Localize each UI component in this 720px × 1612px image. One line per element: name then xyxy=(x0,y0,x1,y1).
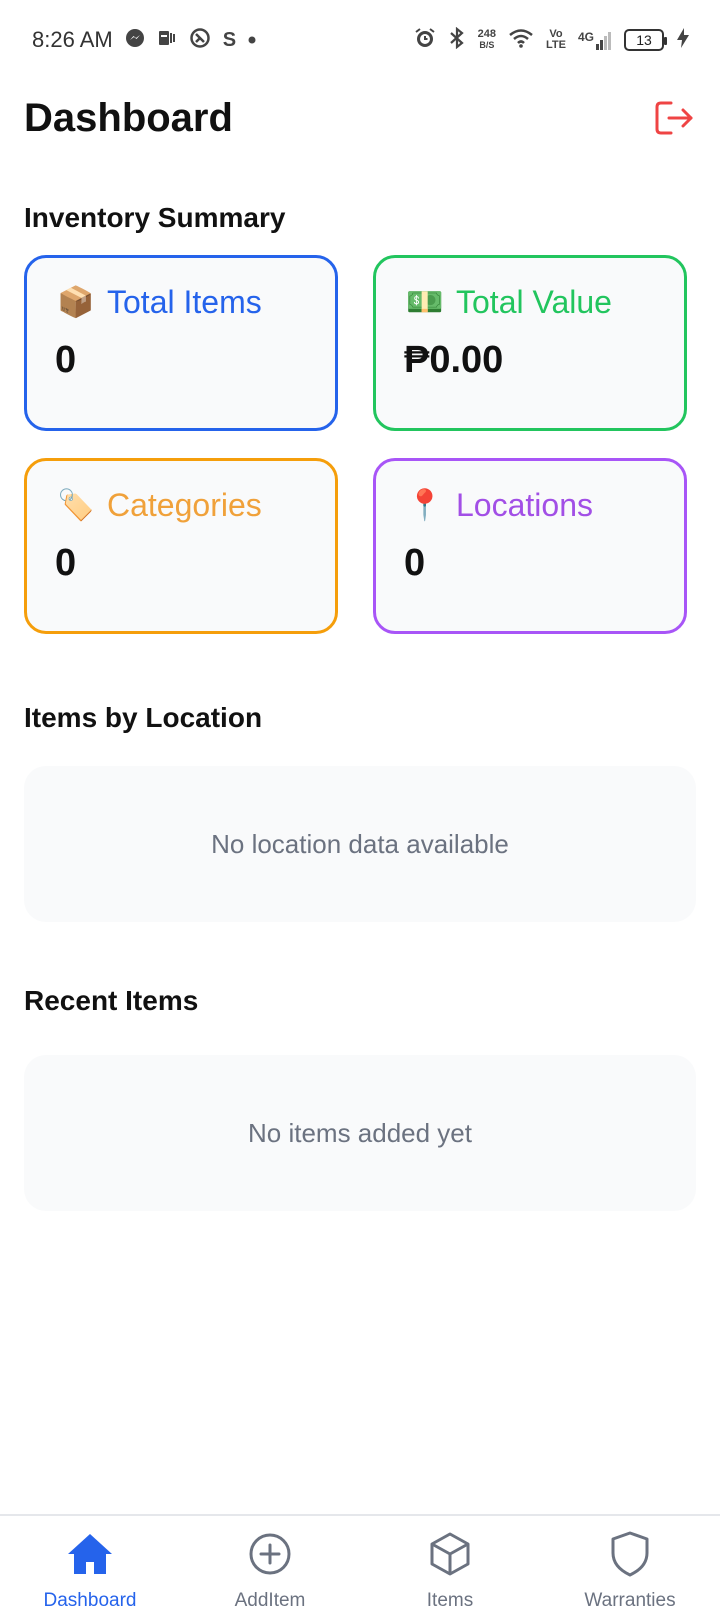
tag-icon: 🏷️ xyxy=(57,489,95,522)
items-by-location-title: Items by Location xyxy=(24,702,263,733)
locations-card[interactable]: 📍 Locations 0 xyxy=(373,458,687,634)
page-title: Dashboard xyxy=(24,95,233,140)
status-bar-left: 8:26 AM S xyxy=(32,27,256,54)
nav-label-items: Items xyxy=(426,1590,474,1611)
categories-label-row: 🏷️ Categories xyxy=(55,487,307,524)
locations-label: Locations xyxy=(456,487,593,523)
recent-items-title: Recent Items xyxy=(24,985,199,1016)
total-value-label: Total Value xyxy=(456,284,612,320)
total-value-value: ₱0.00 xyxy=(404,339,504,381)
items-by-location-panel: No location data available xyxy=(24,766,696,922)
bluetooth-icon xyxy=(448,26,466,54)
money-icon: 💵 xyxy=(406,286,444,319)
categories-label: Categories xyxy=(107,487,262,523)
cube-icon xyxy=(426,1530,474,1578)
plus-circle-icon xyxy=(246,1530,294,1578)
nav-label-dashboard: Dashboard xyxy=(43,1590,137,1611)
more-dot-icon xyxy=(248,31,256,49)
alarm-icon xyxy=(414,27,436,54)
wifi-icon xyxy=(508,28,534,53)
battery-indicator: 13 xyxy=(624,29,667,51)
total-items-card[interactable]: 📦 Total Items 0 xyxy=(24,255,338,431)
logout-icon xyxy=(655,101,693,135)
net-speed-unit: B/S xyxy=(479,40,495,50)
nav-tab-warranties[interactable]: Warranties xyxy=(540,1516,720,1612)
status-bar-right: 248 B/S Vo LTE 4G 13 xyxy=(414,26,690,54)
home-icon xyxy=(66,1530,114,1578)
nav-tab-additem[interactable]: AddItem xyxy=(180,1516,360,1612)
status-bar: 8:26 AM S 248 B/S Vo LTE 4G 13 xyxy=(0,0,720,80)
nav-tab-dashboard[interactable]: Dashboard xyxy=(0,1516,180,1612)
categories-value: 0 xyxy=(55,542,77,584)
recent-items-panel: No items added yet xyxy=(24,1055,696,1211)
no-location-data-text: No location data available xyxy=(211,828,509,859)
network-type: 4G xyxy=(577,30,594,44)
total-value-label-row: 💵 Total Value xyxy=(404,284,656,321)
signal-bars-icon xyxy=(596,32,611,50)
nav-tab-items[interactable]: Items xyxy=(360,1516,540,1612)
volte-bottom: LTE xyxy=(546,39,566,51)
battery-level: 13 xyxy=(636,32,652,48)
skype-s-icon: S xyxy=(222,28,237,51)
pin-icon: 📍 xyxy=(406,489,444,522)
no-items-text: No items added yet xyxy=(247,1117,472,1148)
nav-label-warranties: Warranties xyxy=(584,1590,676,1611)
net-speed-value: 248 xyxy=(477,28,497,40)
shield-icon xyxy=(606,1530,654,1578)
volte-indicator: Vo LTE xyxy=(546,29,566,51)
bottom-navigation: Dashboard AddItem Items Warranties xyxy=(0,1514,720,1612)
sync-icon xyxy=(189,27,211,54)
nav-label-additem: AddItem xyxy=(234,1590,306,1611)
app-header: Dashboard xyxy=(24,88,696,148)
categories-card[interactable]: 🏷️ Categories 0 xyxy=(24,458,338,634)
total-value-card[interactable]: 💵 Total Value ₱0.00 xyxy=(373,255,687,431)
signal-indicator: 4G xyxy=(578,30,612,50)
package-icon: 📦 xyxy=(57,286,95,319)
locations-value: 0 xyxy=(404,542,426,584)
status-time: 8:26 AM xyxy=(32,27,113,52)
charging-icon xyxy=(676,27,690,54)
net-speed: 248 B/S xyxy=(478,29,496,51)
messenger-icon xyxy=(125,28,145,53)
logout-button[interactable] xyxy=(652,96,696,140)
inventory-summary-title: Inventory Summary xyxy=(24,202,286,233)
locations-label-row: 📍 Locations xyxy=(404,487,656,524)
total-items-label-row: 📦 Total Items xyxy=(55,284,307,321)
total-items-label: Total Items xyxy=(107,284,262,320)
app-notification-icon xyxy=(157,28,177,53)
dashboard-screen: 8:26 AM S 248 B/S Vo LTE 4G 13 Dashboard… xyxy=(0,0,720,1612)
total-items-value: 0 xyxy=(55,339,77,381)
